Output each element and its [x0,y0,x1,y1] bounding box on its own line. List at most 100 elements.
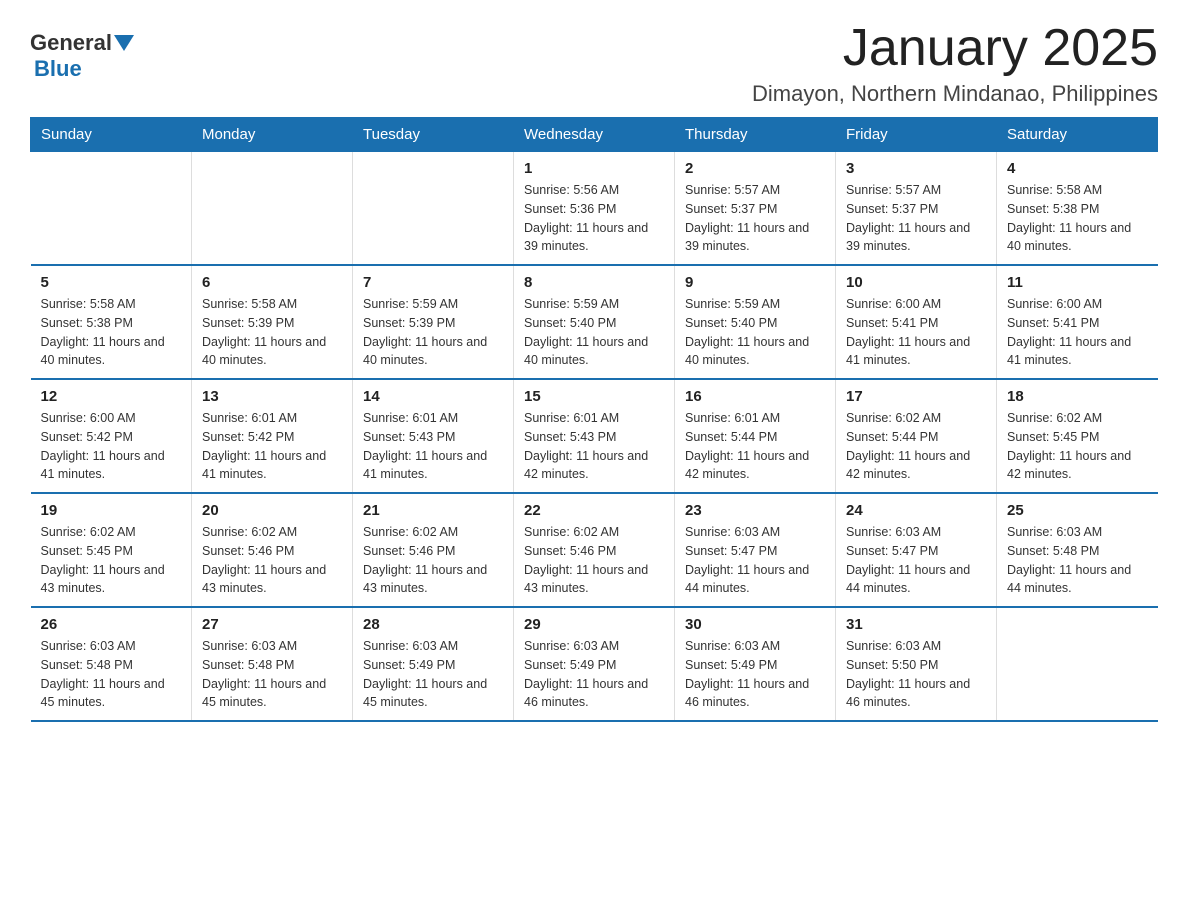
calendar-table: SundayMondayTuesdayWednesdayThursdayFrid… [30,117,1158,722]
calendar-cell: 17 Sunrise: 6:02 AMSunset: 5:44 PMDayligh… [836,379,997,493]
calendar-cell: 15 Sunrise: 6:01 AMSunset: 5:43 PMDayligh… [514,379,675,493]
calendar-cell: 30 Sunrise: 6:03 AMSunset: 5:49 PMDayligh… [675,607,836,721]
day-info: Sunrise: 5:59 AMSunset: 5:40 PMDaylight:… [524,295,664,370]
calendar-week-row: 1 Sunrise: 5:56 AMSunset: 5:36 PMDaylight… [31,152,1158,266]
calendar-body: 1 Sunrise: 5:56 AMSunset: 5:36 PMDaylight… [31,152,1158,722]
day-info: Sunrise: 6:00 AMSunset: 5:41 PMDaylight:… [846,295,986,370]
calendar-cell [353,152,514,266]
calendar-header-row: SundayMondayTuesdayWednesdayThursdayFrid… [31,118,1158,152]
day-info: Sunrise: 6:01 AMSunset: 5:43 PMDaylight:… [524,409,664,484]
logo-general-text: General [30,30,112,56]
day-info: Sunrise: 5:56 AMSunset: 5:36 PMDaylight:… [524,181,664,256]
calendar-cell: 21 Sunrise: 6:02 AMSunset: 5:46 PMDayligh… [353,493,514,607]
calendar-cell: 2Sunrise: 5:57 AMSunset: 5:37 PMDaylight… [675,152,836,266]
day-info: Sunrise: 5:58 AMSunset: 5:38 PMDaylight:… [41,295,182,370]
day-info: Sunrise: 5:58 AMSunset: 5:39 PMDaylight:… [202,295,342,370]
day-number: 13 [202,388,342,405]
day-info: Sunrise: 6:03 AMSunset: 5:48 PMDaylight:… [41,637,182,712]
day-number: 20 [202,502,342,519]
day-number: 27 [202,616,342,633]
calendar-cell: 4 Sunrise: 5:58 AMSunset: 5:38 PMDaylight… [997,152,1158,266]
day-number: 3 [846,160,986,177]
calendar-cell: 7Sunrise: 5:59 AMSunset: 5:39 PMDaylight… [353,265,514,379]
page-header: General Blue January 2025 Dimayon, North… [30,20,1158,107]
day-info: Sunrise: 5:59 AMSunset: 5:40 PMDaylight:… [685,295,825,370]
day-info: Sunrise: 5:58 AMSunset: 5:38 PMDaylight:… [1007,181,1148,256]
calendar-cell: 3 Sunrise: 5:57 AMSunset: 5:37 PMDaylight… [836,152,997,266]
calendar-cell: 22Sunrise: 6:02 AMSunset: 5:46 PMDayligh… [514,493,675,607]
day-info: Sunrise: 6:02 AMSunset: 5:46 PMDaylight:… [363,523,503,598]
day-info: Sunrise: 6:00 AMSunset: 5:42 PMDaylight:… [41,409,182,484]
calendar-cell: 14 Sunrise: 6:01 AMSunset: 5:43 PMDayligh… [353,379,514,493]
day-info: Sunrise: 6:03 AMSunset: 5:49 PMDaylight:… [363,637,503,712]
day-number: 29 [524,616,664,633]
day-number: 19 [41,502,182,519]
day-number: 16 [685,388,825,405]
calendar-cell: 11 Sunrise: 6:00 AMSunset: 5:41 PMDayligh… [997,265,1158,379]
calendar-cell: 13 Sunrise: 6:01 AMSunset: 5:42 PMDayligh… [192,379,353,493]
day-header-saturday: Saturday [997,118,1158,152]
day-info: Sunrise: 6:03 AMSunset: 5:47 PMDaylight:… [685,523,825,598]
day-info: Sunrise: 6:00 AMSunset: 5:41 PMDaylight:… [1007,295,1148,370]
day-info: Sunrise: 6:02 AMSunset: 5:44 PMDaylight:… [846,409,986,484]
day-info: Sunrise: 6:01 AMSunset: 5:44 PMDaylight:… [685,409,825,484]
day-number: 18 [1007,388,1148,405]
calendar-cell: 31Sunrise: 6:03 AMSunset: 5:50 PMDayligh… [836,607,997,721]
calendar-cell: 28 Sunrise: 6:03 AMSunset: 5:49 PMDayligh… [353,607,514,721]
logo: General Blue [30,30,134,82]
calendar-cell: 19 Sunrise: 6:02 AMSunset: 5:45 PMDayligh… [31,493,192,607]
day-number: 11 [1007,274,1148,291]
calendar-cell: 20Sunrise: 6:02 AMSunset: 5:46 PMDayligh… [192,493,353,607]
calendar-cell: 24Sunrise: 6:03 AMSunset: 5:47 PMDayligh… [836,493,997,607]
calendar-cell: 1 Sunrise: 5:56 AMSunset: 5:36 PMDaylight… [514,152,675,266]
day-number: 26 [41,616,182,633]
calendar-cell: 5 Sunrise: 5:58 AMSunset: 5:38 PMDaylight… [31,265,192,379]
calendar-cell: 16 Sunrise: 6:01 AMSunset: 5:44 PMDayligh… [675,379,836,493]
calendar-cell: 9 Sunrise: 5:59 AMSunset: 5:40 PMDaylight… [675,265,836,379]
day-number: 5 [41,274,182,291]
day-info: Sunrise: 5:57 AMSunset: 5:37 PMDaylight:… [846,181,986,256]
calendar-week-row: 26 Sunrise: 6:03 AMSunset: 5:48 PMDayligh… [31,607,1158,721]
logo-blue-text: Blue [34,56,82,81]
calendar-cell: 26 Sunrise: 6:03 AMSunset: 5:48 PMDayligh… [31,607,192,721]
day-info: Sunrise: 6:01 AMSunset: 5:42 PMDaylight:… [202,409,342,484]
day-number: 23 [685,502,825,519]
calendar-cell [31,152,192,266]
day-number: 7 [363,274,503,291]
day-info: Sunrise: 6:03 AMSunset: 5:49 PMDaylight:… [685,637,825,712]
day-info: Sunrise: 6:01 AMSunset: 5:43 PMDaylight:… [363,409,503,484]
day-info: Sunrise: 6:03 AMSunset: 5:47 PMDaylight:… [846,523,986,598]
day-header-thursday: Thursday [675,118,836,152]
day-header-wednesday: Wednesday [514,118,675,152]
day-number: 1 [524,160,664,177]
day-header-friday: Friday [836,118,997,152]
day-number: 21 [363,502,503,519]
calendar-cell [192,152,353,266]
month-title: January 2025 [752,20,1158,77]
day-number: 10 [846,274,986,291]
calendar-cell: 23 Sunrise: 6:03 AMSunset: 5:47 PMDayligh… [675,493,836,607]
day-number: 15 [524,388,664,405]
calendar-cell: 6Sunrise: 5:58 AMSunset: 5:39 PMDaylight… [192,265,353,379]
day-number: 25 [1007,502,1148,519]
day-info: Sunrise: 6:03 AMSunset: 5:48 PMDaylight:… [202,637,342,712]
day-number: 12 [41,388,182,405]
calendar-cell: 27 Sunrise: 6:03 AMSunset: 5:48 PMDayligh… [192,607,353,721]
day-number: 8 [524,274,664,291]
day-number: 9 [685,274,825,291]
calendar-cell: 29Sunrise: 6:03 AMSunset: 5:49 PMDayligh… [514,607,675,721]
calendar-cell: 18 Sunrise: 6:02 AMSunset: 5:45 PMDayligh… [997,379,1158,493]
calendar-week-row: 5 Sunrise: 5:58 AMSunset: 5:38 PMDaylight… [31,265,1158,379]
day-header-sunday: Sunday [31,118,192,152]
day-info: Sunrise: 6:02 AMSunset: 5:45 PMDaylight:… [41,523,182,598]
day-number: 17 [846,388,986,405]
day-info: Sunrise: 5:57 AMSunset: 5:37 PMDaylight:… [685,181,825,256]
day-number: 30 [685,616,825,633]
day-info: Sunrise: 6:03 AMSunset: 5:48 PMDaylight:… [1007,523,1148,598]
day-number: 14 [363,388,503,405]
day-number: 28 [363,616,503,633]
day-info: Sunrise: 6:02 AMSunset: 5:45 PMDaylight:… [1007,409,1148,484]
day-number: 31 [846,616,986,633]
day-number: 4 [1007,160,1148,177]
day-header-monday: Monday [192,118,353,152]
